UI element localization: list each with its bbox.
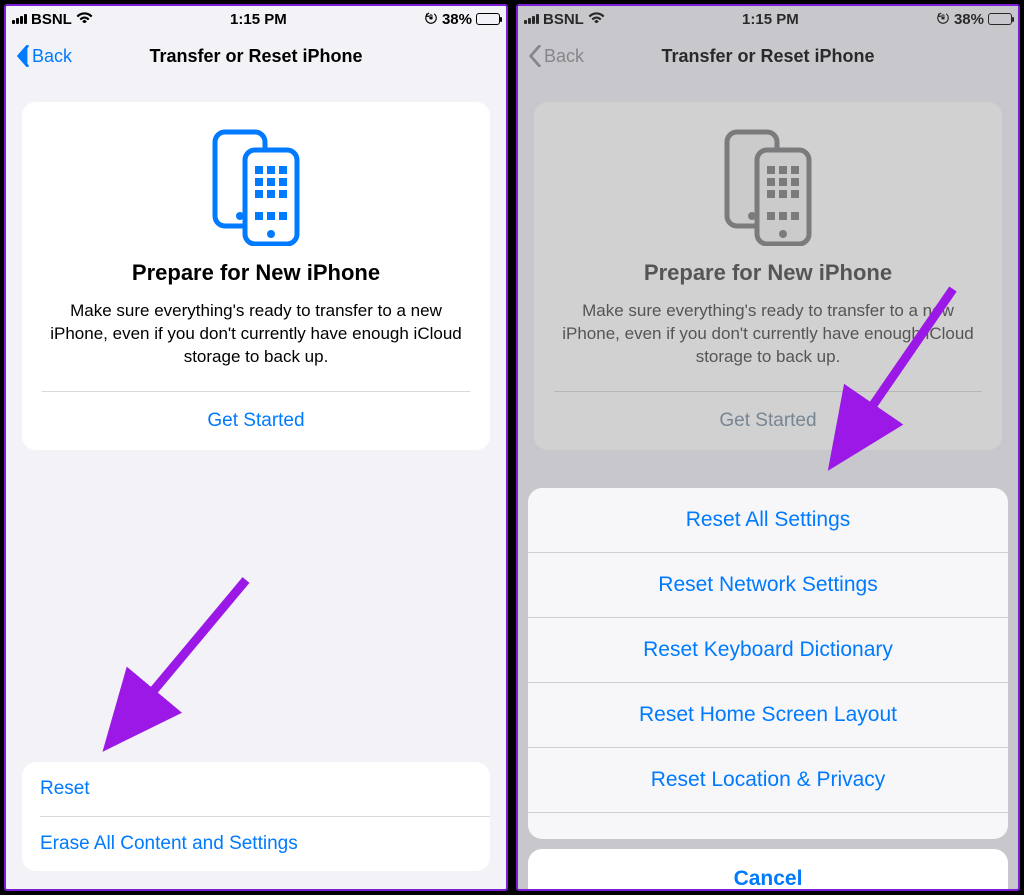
clock: 1:15 PM	[230, 11, 287, 28]
reset-row[interactable]: Reset	[22, 762, 490, 816]
reset-all-settings[interactable]: Reset All Settings	[528, 488, 1008, 552]
battery-icon	[988, 13, 1012, 25]
sheet-options: Reset All Settings Reset Network Setting…	[528, 488, 1008, 839]
prepare-card: Prepare for New iPhone Make sure everyth…	[22, 102, 490, 450]
erase-row[interactable]: Erase All Content and Settings	[22, 817, 490, 871]
reset-home-screen-layout[interactable]: Reset Home Screen Layout	[528, 683, 1008, 747]
prepare-desc: Make sure everything's ready to transfer…	[42, 300, 470, 369]
nav-bar: Back Transfer or Reset iPhone	[6, 32, 506, 80]
chevron-left-icon	[528, 45, 542, 67]
chevron-left-icon	[16, 45, 30, 67]
get-started-button[interactable]: Get Started	[42, 392, 470, 450]
prepare-desc: Make sure everything's ready to transfer…	[554, 300, 982, 369]
sheet-peek-row[interactable]	[528, 813, 1008, 839]
two-phones-icon	[554, 126, 982, 246]
back-label: Back	[32, 46, 72, 67]
get-started-button: Get Started	[554, 392, 982, 450]
reset-keyboard-dictionary[interactable]: Reset Keyboard Dictionary	[528, 618, 1008, 682]
nav-bar: Back Transfer or Reset iPhone	[518, 32, 1018, 80]
orientation-lock-icon	[936, 11, 950, 28]
carrier-label: BSNL	[31, 11, 72, 28]
battery-pct: 38%	[954, 11, 984, 28]
clock: 1:15 PM	[742, 11, 799, 28]
wifi-icon	[76, 11, 93, 28]
prepare-title: Prepare for New iPhone	[554, 260, 982, 286]
bottom-list: Reset Erase All Content and Settings	[22, 762, 490, 871]
cell-signal-icon	[524, 14, 539, 24]
cancel-button[interactable]: Cancel	[528, 849, 1008, 891]
content-area: Prepare for New iPhone Make sure everyth…	[6, 80, 506, 889]
back-button[interactable]: Back	[16, 45, 72, 67]
phone-left: BSNL 1:15 PM 38% Back Transfer or Reset …	[4, 4, 508, 891]
reset-action-sheet: Reset All Settings Reset Network Setting…	[528, 488, 1008, 891]
status-bar: BSNL 1:15 PM 38%	[6, 6, 506, 32]
carrier-label: BSNL	[543, 11, 584, 28]
page-title: Transfer or Reset iPhone	[6, 46, 506, 67]
prepare-title: Prepare for New iPhone	[42, 260, 470, 286]
wifi-icon	[588, 11, 605, 28]
reset-network-settings[interactable]: Reset Network Settings	[528, 553, 1008, 617]
battery-icon	[476, 13, 500, 25]
page-title: Transfer or Reset iPhone	[518, 46, 1018, 67]
battery-pct: 38%	[442, 11, 472, 28]
back-label: Back	[544, 46, 584, 67]
two-phones-icon	[42, 126, 470, 246]
annotation-arrow-icon	[86, 560, 286, 765]
status-bar: BSNL 1:15 PM 38%	[518, 6, 1018, 32]
orientation-lock-icon	[424, 11, 438, 28]
phone-right: BSNL 1:15 PM 38% Back Transfer or Reset …	[516, 4, 1020, 891]
reset-location-privacy[interactable]: Reset Location & Privacy	[528, 748, 1008, 812]
back-button: Back	[528, 45, 584, 67]
prepare-card: Prepare for New iPhone Make sure everyth…	[534, 102, 1002, 450]
cell-signal-icon	[12, 14, 27, 24]
